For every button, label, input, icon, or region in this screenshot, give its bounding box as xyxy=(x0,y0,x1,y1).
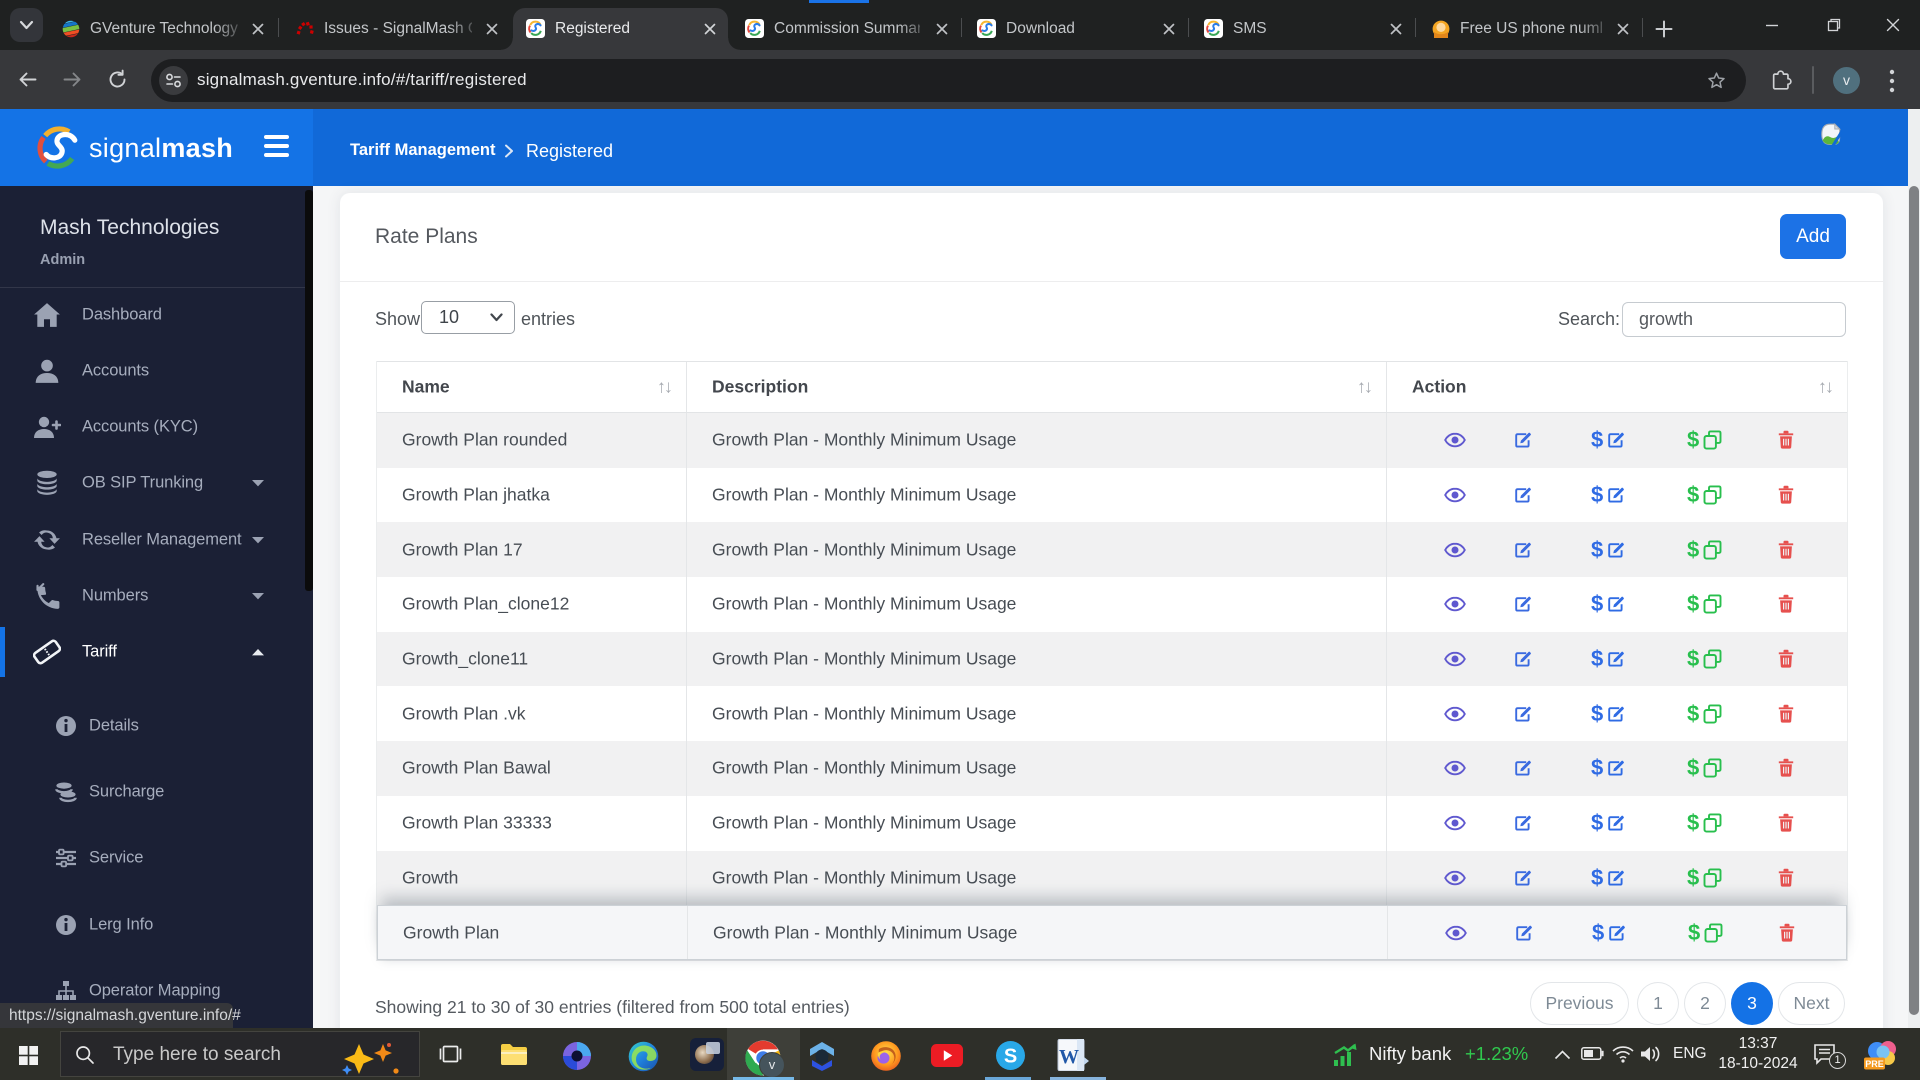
svg-text:PRE: PRE xyxy=(1865,1059,1884,1069)
svg-text:W: W xyxy=(1059,1046,1079,1068)
svg-text:S: S xyxy=(1004,1046,1017,1068)
